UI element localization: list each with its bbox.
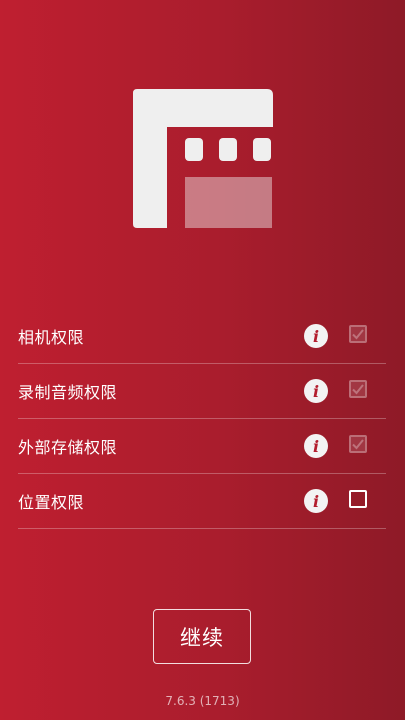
permission-label: 位置权限 xyxy=(18,493,85,512)
storage-permission-checkbox[interactable] xyxy=(349,435,367,453)
permission-row-storage: 外部存储权限 i xyxy=(18,419,386,474)
info-icon[interactable]: i xyxy=(304,324,328,348)
permission-label: 录制音频权限 xyxy=(18,383,118,402)
app-logo xyxy=(133,89,273,228)
camera-permission-checkbox[interactable] xyxy=(349,325,367,343)
location-permission-checkbox[interactable] xyxy=(349,490,367,508)
checkmark-icon xyxy=(352,329,364,340)
continue-button[interactable]: 继续 xyxy=(153,609,251,664)
checkmark-icon xyxy=(352,384,364,395)
checkmark-icon xyxy=(352,439,364,450)
permission-list: 相机权限 i 录制音频权限 i 外部存储权限 i 位置权限 i xyxy=(18,309,386,529)
permission-label: 相机权限 xyxy=(18,328,85,347)
permissions-screen: 相机权限 i 录制音频权限 i 外部存储权限 i 位置权限 i 继续 7.6.3… xyxy=(0,0,405,720)
permission-row-audio: 录制音频权限 i xyxy=(18,364,386,419)
info-icon[interactable]: i xyxy=(304,434,328,458)
version-text: 7.6.3 (1713) xyxy=(165,694,240,708)
info-icon[interactable]: i xyxy=(304,379,328,403)
info-icon[interactable]: i xyxy=(304,489,328,513)
permission-label: 外部存储权限 xyxy=(18,438,118,457)
audio-permission-checkbox[interactable] xyxy=(349,380,367,398)
permission-row-camera: 相机权限 i xyxy=(18,309,386,364)
permission-row-location: 位置权限 i xyxy=(18,474,386,529)
